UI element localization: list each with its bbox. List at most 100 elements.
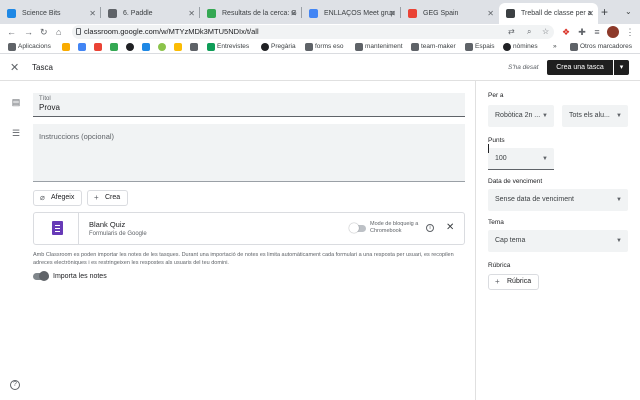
url-text: classroom.google.com/w/MTYzMDk3MTU5NDIx/…	[84, 27, 259, 36]
points-select[interactable]: 100 ▼	[488, 148, 554, 170]
rubric-label: Rúbrica	[488, 262, 511, 269]
tab-title: 6. Paddle	[123, 10, 153, 17]
instructions-field[interactable]: Instruccions (opcional)	[33, 124, 465, 182]
bookmark-other[interactable]: Otros marcadores	[570, 40, 632, 54]
plus-icon: +	[94, 193, 99, 202]
classroom-favicon-icon	[506, 9, 515, 18]
bookmark-manteniment[interactable]: manteniment	[355, 40, 403, 54]
create-assignment-button[interactable]: Crea una tasca	[547, 60, 613, 75]
browser-tab-bar: Science Bits ✕ 6. Paddle ✕ Resultats de …	[0, 0, 640, 24]
bookmark-entrevistes[interactable]: Entrevistes	[207, 40, 249, 54]
tab-search-icon[interactable]: ⌄	[625, 4, 632, 20]
due-date-select[interactable]: Sense data de venciment ▼	[488, 189, 628, 211]
folder-icon	[305, 43, 313, 51]
bookmarks-overflow-button[interactable]: »	[545, 40, 557, 54]
help-icon[interactable]: ?	[10, 380, 20, 390]
attachment-card[interactable]: Blank Quiz Formularis de Google Mode de …	[33, 212, 465, 245]
dropdown-arrow-icon: ▼	[616, 238, 622, 244]
bookmark-favicon-icon	[126, 43, 134, 51]
apps-grid-icon	[8, 43, 16, 51]
drive-favicon-icon	[207, 9, 216, 18]
class-select[interactable]: Robòtica 2n ... ▼	[488, 105, 554, 127]
extensions-puzzle-icon[interactable]: ✚	[577, 27, 587, 37]
tab-title: Science Bits	[22, 10, 61, 17]
assignment-settings: Per a Robòtica 2n ... ▼ Tots els alu... …	[475, 81, 640, 400]
remove-attachment-icon[interactable]: ✕	[446, 221, 454, 235]
close-tab-icon[interactable]: ✕	[587, 3, 594, 24]
close-tab-icon[interactable]: ✕	[188, 3, 195, 24]
avatar[interactable]	[607, 26, 619, 38]
create-button[interactable]: + Crea	[87, 190, 129, 206]
close-icon[interactable]: ✕	[10, 60, 19, 76]
tab-title: Resultats de la cerca: G	[222, 10, 297, 17]
drive-icon	[110, 43, 118, 51]
bookmark-pregaria[interactable]: Pregària	[261, 40, 296, 54]
tab-title: ENLLAÇOS Meet grup	[324, 10, 395, 17]
topic-label: Tema	[488, 219, 504, 226]
browser-tab-active[interactable]: Treball de classe per a ✕	[499, 3, 598, 24]
dropdown-arrow-icon: ▼	[542, 156, 548, 162]
instructions-placeholder: Instruccions (opcional)	[39, 132, 115, 141]
home-icon[interactable]: ⌂	[56, 24, 61, 40]
google-forms-icon	[34, 213, 79, 244]
globe-icon	[261, 43, 269, 51]
browser-tab[interactable]: ENLLAÇOS Meet grup ✕	[302, 3, 400, 24]
reload-icon[interactable]: ↻	[40, 24, 48, 40]
translate-icon[interactable]: ⇄	[508, 25, 515, 39]
import-grades-label: Importa les notes	[53, 273, 107, 280]
close-tab-icon[interactable]: ✕	[89, 3, 96, 24]
page-title: Tasca	[32, 63, 53, 72]
create-label: Crea	[105, 194, 121, 201]
folder-icon	[355, 43, 363, 51]
bookmark-forms-eso[interactable]: forms eso	[305, 40, 344, 54]
tab-title: GEG Spain	[423, 10, 459, 17]
bookmark-team-maker[interactable]: team-maker	[411, 40, 456, 54]
bookmark-favicon-icon	[142, 43, 150, 51]
globe-icon	[503, 43, 511, 51]
address-bar[interactable]: classroom.google.com/w/MTYzMDk3MTU5NDIx/…	[72, 25, 554, 39]
import-grades-toggle[interactable]	[33, 271, 49, 281]
assignment-icon: ▤	[11, 97, 21, 107]
browser-menu-icon[interactable]: ⋮	[625, 27, 635, 37]
reading-list-icon[interactable]: ≡	[592, 27, 602, 37]
bookmark-favicon-icon	[78, 43, 86, 51]
document-favicon-icon	[108, 9, 117, 18]
plus-icon: +	[495, 277, 500, 286]
folder-icon	[570, 43, 578, 51]
paperclip-icon: ⌀	[40, 193, 45, 202]
bookmark-nomines[interactable]: nòmines	[503, 40, 538, 54]
lightbulb-icon	[174, 43, 182, 51]
browser-tab[interactable]: Resultats de la cerca: G ✕	[200, 3, 301, 24]
bookmark-star-icon[interactable]: ☆	[542, 25, 549, 39]
extension-icon[interactable]: ❖	[561, 27, 571, 37]
close-tab-icon[interactable]: ✕	[290, 3, 297, 24]
add-attachment-button[interactable]: ⌀ Afegeix	[33, 190, 83, 206]
lock-mode-toggle[interactable]	[349, 223, 366, 233]
instructions-icon: ☰	[11, 128, 21, 138]
title-field[interactable]: Títol Prova	[33, 93, 465, 117]
back-icon[interactable]: ←	[7, 24, 16, 40]
team-icon	[411, 43, 419, 51]
browser-tab[interactable]: GEG Spain ✕	[401, 3, 498, 24]
geg-favicon-icon	[408, 9, 417, 18]
browser-tab[interactable]: 6. Paddle ✕	[101, 3, 199, 24]
bookmark-apps[interactable]: Aplicacions	[8, 40, 51, 54]
new-tab-button[interactable]: +	[601, 3, 608, 21]
tab-title: Treball de classe per a	[521, 10, 592, 17]
topic-select[interactable]: Cap tema ▼	[488, 230, 628, 252]
students-select[interactable]: Tots els alu... ▼	[562, 105, 628, 127]
browser-tab[interactable]: Science Bits ✕	[0, 3, 100, 24]
forward-icon[interactable]: →	[24, 24, 33, 40]
bookmark-espais[interactable]: Espais	[465, 40, 495, 54]
attachment-type: Formularis de Google	[89, 231, 147, 237]
title-value: Prova	[39, 103, 60, 112]
attachment-name: Blank Quiz	[89, 220, 126, 229]
assign-options-button[interactable]: ▾	[614, 60, 629, 75]
add-label: Afegeix	[51, 194, 75, 201]
zoom-icon[interactable]: ⌕	[527, 25, 531, 39]
add-rubric-button[interactable]: + Rúbrica	[488, 274, 540, 290]
info-icon[interactable]: i	[426, 224, 434, 232]
close-tab-icon[interactable]: ✕	[487, 3, 494, 24]
sheets-icon	[207, 43, 215, 51]
close-tab-icon[interactable]: ✕	[389, 3, 396, 24]
